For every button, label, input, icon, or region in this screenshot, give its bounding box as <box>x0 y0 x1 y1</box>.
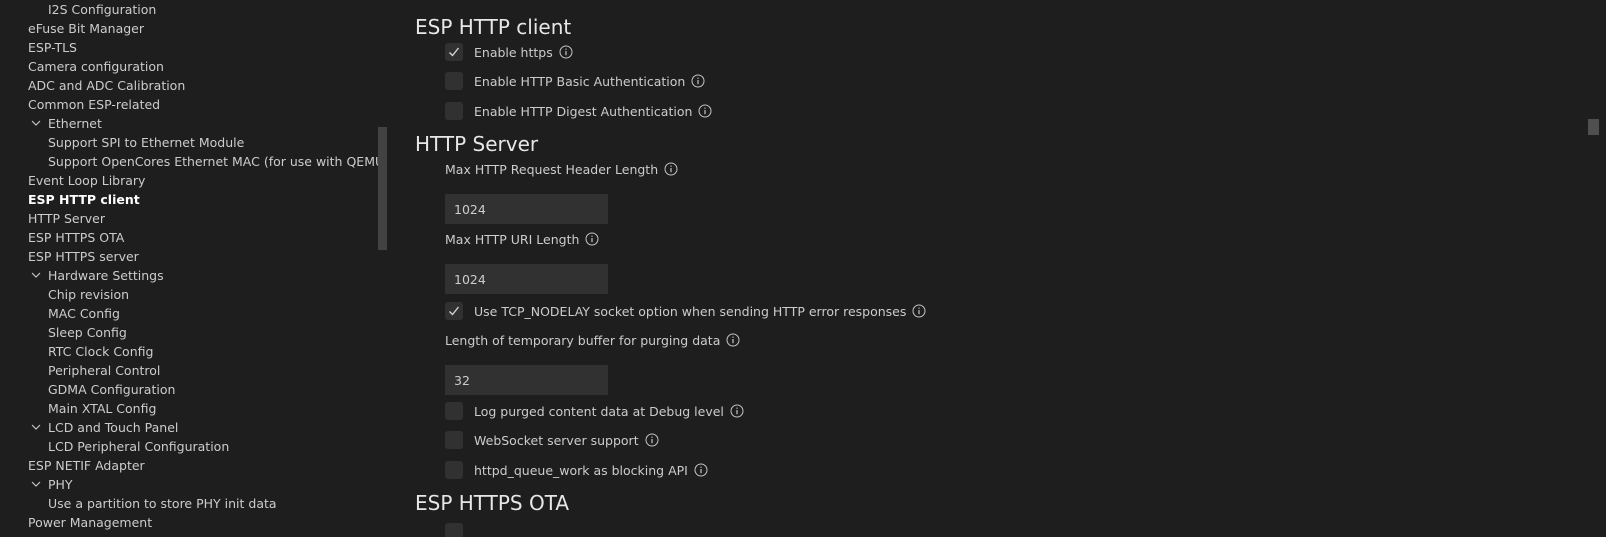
max-header-length-label: Max HTTP Request Header Length <box>445 161 659 177</box>
check-icon <box>449 47 460 57</box>
section-title-http-server: HTTP Server <box>415 132 539 156</box>
section-title-esp-https-ota: ESP HTTPS OTA <box>415 491 570 515</box>
basic-auth-checkbox[interactable] <box>445 72 463 90</box>
settings-panel: ESP HTTP client Enable https Enable HTTP… <box>390 0 1606 537</box>
chevron-down-icon[interactable] <box>30 117 42 129</box>
tree-item-power-management[interactable]: Power Management <box>0 513 152 532</box>
info-icon[interactable] <box>912 304 926 318</box>
tree-item-esp-https-server[interactable]: ESP HTTPS server <box>0 247 139 266</box>
max-header-length-input[interactable] <box>445 194 608 224</box>
tree-item-ethernet[interactable]: Ethernet <box>0 114 102 133</box>
setting-log-purged: Log purged content data at Debug level <box>445 400 744 422</box>
purge-buffer-length-input[interactable] <box>445 365 608 395</box>
info-icon[interactable] <box>664 162 678 176</box>
queue-work-label: httpd_queue_work as blocking API <box>474 462 688 478</box>
info-icon[interactable] <box>691 74 705 88</box>
tree-item-label: PHY <box>48 477 73 492</box>
tree-item-lcd-touch-panel[interactable]: LCD and Touch Panel <box>0 418 178 437</box>
tree-item-esp-netif-adapter[interactable]: ESP NETIF Adapter <box>0 456 145 475</box>
tree-item-lcd-peripheral-configuration[interactable]: LCD Peripheral Configuration <box>0 437 229 456</box>
tree-item-main-xtal-config[interactable]: Main XTAL Config <box>0 399 156 418</box>
tree-item-peripheral-control[interactable]: Peripheral Control <box>0 361 160 380</box>
websocket-label: WebSocket server support <box>474 432 639 448</box>
setting-purge-buffer-length: Length of temporary buffer for purging d… <box>445 330 740 350</box>
tree-item-esp-https-ota[interactable]: ESP HTTPS OTA <box>0 228 124 247</box>
info-icon[interactable] <box>726 333 740 347</box>
tree-item-spi-ethernet[interactable]: Support SPI to Ethernet Module <box>0 133 244 152</box>
tree-item-label: Ethernet <box>48 116 102 131</box>
section-title-esp-http-client: ESP HTTP client <box>415 15 572 39</box>
https-ota-checkbox[interactable] <box>445 523 463 537</box>
tree-item-esp-tls[interactable]: ESP-TLS <box>0 38 77 57</box>
info-icon[interactable] <box>645 433 659 447</box>
enable-https-checkbox[interactable] <box>445 43 463 61</box>
tree-item-mac-config[interactable]: MAC Config <box>0 304 120 323</box>
info-icon[interactable] <box>698 104 712 118</box>
log-purged-label: Log purged content data at Debug level <box>474 403 724 419</box>
tree-item-phy-init-partition[interactable]: Use a partition to store PHY init data <box>0 494 277 513</box>
tree-item-opencores-ethernet[interactable]: Support OpenCores Ethernet MAC (for use … <box>0 152 380 171</box>
max-uri-length-label: Max HTTP URI Length <box>445 231 580 247</box>
tcp-nodelay-label: Use TCP_NODELAY socket option when sendi… <box>474 303 907 319</box>
setting-digest-auth: Enable HTTP Digest Authentication <box>445 100 712 122</box>
tree-item-sleep-config[interactable]: Sleep Config <box>0 323 127 342</box>
editor-scrollbar-thumb[interactable] <box>1588 119 1599 135</box>
max-uri-length-input[interactable] <box>445 264 608 294</box>
setting-enable-https: Enable https <box>445 41 573 63</box>
check-icon <box>449 306 460 316</box>
tree-item-esp-http-client[interactable]: ESP HTTP client <box>0 190 140 209</box>
tree-item-common-esp-related[interactable]: Common ESP-related <box>0 95 160 114</box>
chevron-down-icon[interactable] <box>30 269 42 281</box>
digest-auth-label: Enable HTTP Digest Authentication <box>474 103 693 119</box>
info-icon[interactable] <box>730 404 744 418</box>
tree-item-gdma-configuration[interactable]: GDMA Configuration <box>0 380 175 399</box>
tree-item-label: Hardware Settings <box>48 268 164 283</box>
queue-work-checkbox[interactable] <box>445 461 463 479</box>
log-purged-checkbox[interactable] <box>445 402 463 420</box>
basic-auth-label: Enable HTTP Basic Authentication <box>474 73 686 89</box>
setting-websocket: WebSocket server support <box>445 429 659 451</box>
websocket-checkbox[interactable] <box>445 431 463 449</box>
enable-https-label: Enable https <box>474 44 553 60</box>
info-icon[interactable] <box>585 232 599 246</box>
tree-item-adc-calibration[interactable]: ADC and ADC Calibration <box>0 76 185 95</box>
setting-queue-work: httpd_queue_work as blocking API <box>445 459 708 481</box>
tree-item-i2s-configuration[interactable]: I2S Configuration <box>0 0 156 19</box>
chevron-down-icon[interactable] <box>30 421 42 433</box>
setting-max-uri-length: Max HTTP URI Length <box>445 229 599 249</box>
sidebar-scrollbar-thumb[interactable] <box>378 127 387 250</box>
info-icon[interactable] <box>559 45 573 59</box>
setting-basic-auth: Enable HTTP Basic Authentication <box>445 70 705 92</box>
tree-item-http-server[interactable]: HTTP Server <box>0 209 105 228</box>
tree-item-chip-revision[interactable]: Chip revision <box>0 285 129 304</box>
chevron-down-icon[interactable] <box>30 478 42 490</box>
tree-item-camera-configuration[interactable]: Camera configuration <box>0 57 164 76</box>
digest-auth-checkbox[interactable] <box>445 102 463 120</box>
setting-https-ota-partial <box>445 521 474 537</box>
info-icon[interactable] <box>694 463 708 477</box>
tree-item-efuse-bit-manager[interactable]: eFuse Bit Manager <box>0 19 144 38</box>
tree-item-label: LCD and Touch Panel <box>48 420 179 435</box>
tree-item-hardware-settings[interactable]: Hardware Settings <box>0 266 164 285</box>
tree-item-rtc-clock-config[interactable]: RTC Clock Config <box>0 342 153 361</box>
tree-item-event-loop-library[interactable]: Event Loop Library <box>0 171 145 190</box>
tree-item-phy[interactable]: PHY <box>0 475 73 494</box>
tcp-nodelay-checkbox[interactable] <box>445 302 463 320</box>
setting-max-header-length: Max HTTP Request Header Length <box>445 159 678 179</box>
setting-tcp-nodelay: Use TCP_NODELAY socket option when sendi… <box>445 300 926 322</box>
sidebar-tree: I2S Configuration eFuse Bit Manager ESP-… <box>0 0 380 537</box>
purge-buffer-length-label: Length of temporary buffer for purging d… <box>445 332 721 348</box>
